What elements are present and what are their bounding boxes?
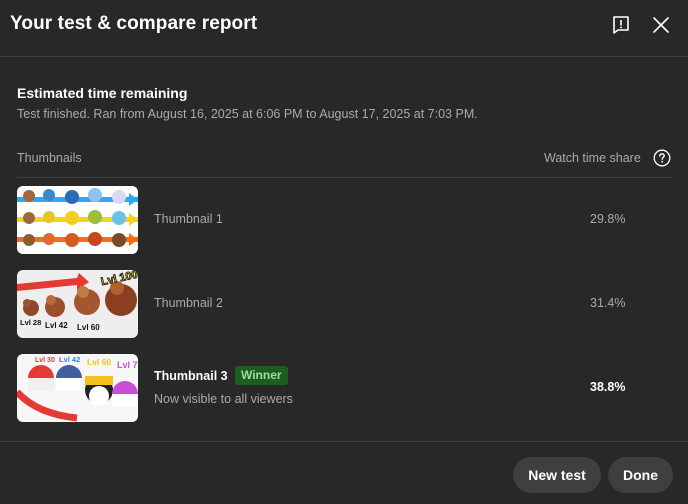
dialog-header: Your test & compare report (0, 0, 688, 57)
column-header-watch-time: Watch time share (544, 151, 641, 165)
feedback-icon (613, 16, 629, 34)
thumbnail-3-level-b: Lvl 42 (59, 355, 80, 364)
winner-badge: Winner (235, 366, 288, 385)
close-icon (653, 17, 669, 33)
thumbnail-2-image: Lvl 28 Lvl 42 Lvl 60 Lvl 100 (17, 270, 138, 338)
thumbnail-1-label: Thumbnail 1 (154, 212, 223, 226)
done-button[interactable]: Done (608, 457, 673, 493)
thumbnail-3-share: 38.8% (590, 380, 626, 394)
thumbnail-3-label: Thumbnail 3 (154, 369, 228, 383)
table-row: Thumbnail 1 29.8% (17, 186, 673, 254)
thumbnail-3-note: Now visible to all viewers (154, 392, 293, 406)
help-circle-icon (653, 149, 671, 167)
thumbnail-3-image: Lvl 30 Lvl 42 Lvl 60 Lvl 7 (17, 354, 138, 422)
table-row: Lvl 28 Lvl 42 Lvl 60 Lvl 100 Thumbnail 2… (17, 270, 673, 338)
thumbnail-3-level-a: Lvl 30 (35, 357, 55, 364)
thumbnail-2-level-c: Lvl 60 (77, 323, 100, 332)
close-button[interactable] (648, 12, 674, 38)
thumbnail-3-level-c: Lvl 60 (87, 357, 111, 367)
thumbnail-2-level-b: Lvl 42 (45, 321, 68, 330)
thumbnail-1-image (17, 186, 138, 254)
new-test-button[interactable]: New test (513, 457, 601, 493)
feedback-button[interactable] (608, 12, 634, 38)
report-dialog: Your test & compare report Estimated tim… (0, 0, 688, 504)
summary-heading: Estimated time remaining (17, 85, 188, 101)
thumbnail-3-level-d: Lvl 7 (117, 360, 138, 370)
dialog-title: Your test & compare report (10, 13, 258, 34)
summary-details: Test finished. Ran from August 16, 2025 … (17, 107, 478, 121)
table-divider (17, 177, 673, 178)
thumbnail-2-share: 31.4% (590, 296, 626, 310)
thumbnail-2-label: Thumbnail 2 (154, 296, 223, 310)
help-button[interactable] (653, 149, 671, 167)
column-header-thumbnails: Thumbnails (17, 151, 82, 165)
thumbnail-1-share: 29.8% (590, 212, 626, 226)
footer-divider (0, 441, 688, 442)
thumbnail-2-level-a: Lvl 28 (20, 318, 41, 327)
table-row: Lvl 30 Lvl 42 Lvl 60 Lvl 7 Thumbnail 3 W… (17, 354, 673, 422)
